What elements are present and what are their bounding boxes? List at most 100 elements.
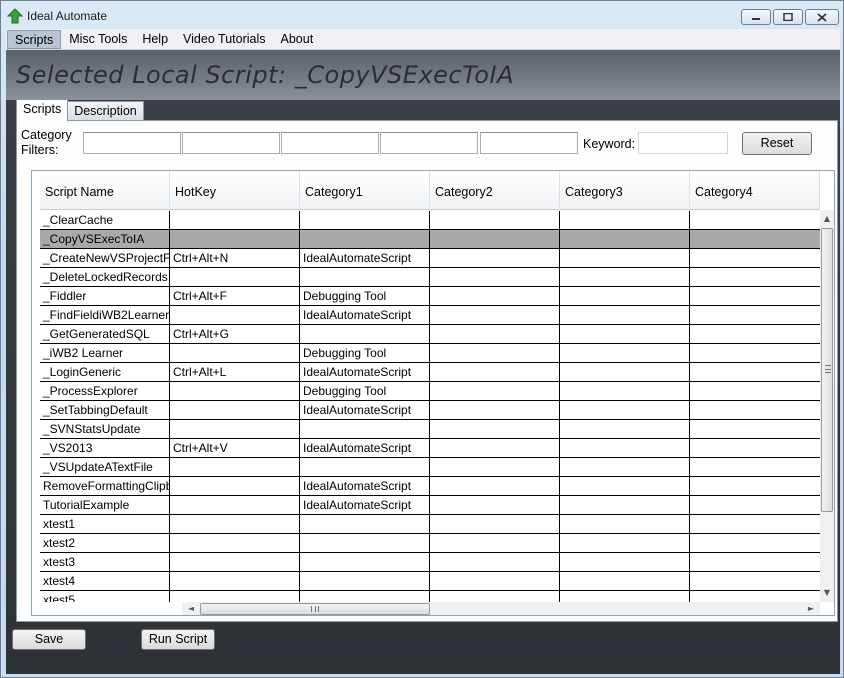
category-filter-2[interactable] (182, 132, 280, 154)
table-row[interactable]: xtest1 (40, 515, 820, 534)
table-cell[interactable] (170, 515, 300, 533)
column-header-hotkey[interactable]: HotKey (170, 171, 300, 210)
table-cell[interactable] (430, 420, 560, 438)
table-cell[interactable] (560, 496, 690, 514)
table-cell[interactable] (170, 591, 300, 602)
table-cell[interactable]: _CreateNewVSProjectFo (40, 249, 170, 267)
table-row[interactable]: xtest2 (40, 534, 820, 553)
table-cell[interactable] (430, 382, 560, 400)
table-cell[interactable] (560, 230, 690, 248)
table-cell[interactable] (690, 287, 820, 305)
table-row[interactable]: _CreateNewVSProjectFo Ctrl+Alt+N IdealAuto… (40, 249, 820, 268)
table-cell[interactable]: xtest4 (40, 572, 170, 590)
table-row[interactable]: TutorialExample IdealAutomateScript (40, 496, 820, 515)
table-cell[interactable] (170, 496, 300, 514)
table-cell[interactable]: xtest1 (40, 515, 170, 533)
table-cell[interactable]: _iWB2 Learner (40, 344, 170, 362)
table-cell[interactable] (170, 230, 300, 248)
table-cell[interactable] (430, 211, 560, 229)
table-cell[interactable]: _CopyVSExecToIA (40, 230, 170, 248)
table-cell[interactable] (170, 477, 300, 495)
table-cell[interactable]: _GetGeneratedSQL (40, 325, 170, 343)
table-cell[interactable] (430, 591, 560, 602)
table-cell[interactable] (430, 572, 560, 590)
table-cell[interactable] (690, 249, 820, 267)
table-cell[interactable] (690, 458, 820, 476)
table-cell[interactable]: _SetTabbingDefault (40, 401, 170, 419)
table-cell[interactable]: Debugging Tool (300, 287, 430, 305)
table-cell[interactable] (560, 553, 690, 571)
table-cell[interactable] (170, 553, 300, 571)
table-cell[interactable] (430, 515, 560, 533)
table-cell[interactable]: _Fiddler (40, 287, 170, 305)
table-cell[interactable] (170, 534, 300, 552)
table-cell[interactable] (170, 458, 300, 476)
table-cell[interactable] (170, 401, 300, 419)
table-cell[interactable] (170, 211, 300, 229)
table-cell[interactable]: IdealAutomateScript (300, 306, 430, 324)
title-bar[interactable]: Ideal Automate (1, 1, 843, 29)
table-cell[interactable] (430, 344, 560, 362)
table-cell[interactable] (430, 268, 560, 286)
category-filter-3[interactable] (281, 132, 379, 154)
table-row[interactable]: _Fiddler Ctrl+Alt+F Debugging Tool (40, 287, 820, 306)
table-cell[interactable] (690, 382, 820, 400)
table-cell[interactable] (430, 401, 560, 419)
table-cell[interactable] (430, 306, 560, 324)
category-filter-5[interactable] (480, 132, 578, 154)
table-cell[interactable]: IdealAutomateScript (300, 401, 430, 419)
table-cell[interactable] (560, 572, 690, 590)
table-cell[interactable] (690, 420, 820, 438)
table-cell[interactable]: xtest3 (40, 553, 170, 571)
table-row[interactable]: _FindFieldiWB2LearnerT IdealAutomateScrip… (40, 306, 820, 325)
table-cell[interactable] (560, 325, 690, 343)
table-cell[interactable] (690, 534, 820, 552)
category-filter-4[interactable] (380, 132, 478, 154)
table-cell[interactable] (300, 591, 430, 602)
horizontal-scrollbar[interactable]: ◄ ► (182, 602, 820, 615)
menu-help[interactable]: Help (135, 30, 175, 49)
table-cell[interactable]: Debugging Tool (300, 344, 430, 362)
table-cell[interactable] (300, 230, 430, 248)
table-row[interactable]: _GetGeneratedSQL Ctrl+Alt+G (40, 325, 820, 344)
horizontal-scroll-thumb[interactable] (200, 603, 430, 615)
table-cell[interactable] (430, 553, 560, 571)
table-cell[interactable] (560, 363, 690, 381)
table-cell[interactable] (170, 268, 300, 286)
table-cell[interactable] (430, 477, 560, 495)
table-cell[interactable] (560, 287, 690, 305)
menu-scripts[interactable]: Scripts (7, 29, 62, 49)
table-cell[interactable] (300, 553, 430, 571)
table-cell[interactable]: _SVNStatsUpdate (40, 420, 170, 438)
keyword-input[interactable] (638, 132, 728, 154)
table-cell[interactable] (690, 344, 820, 362)
table-row[interactable]: _SetTabbingDefault IdealAutomateScript (40, 401, 820, 420)
table-row[interactable]: _VSUpdateATextFile (40, 458, 820, 477)
table-cell[interactable]: _ProcessExplorer (40, 382, 170, 400)
table-cell[interactable] (560, 211, 690, 229)
table-cell[interactable] (560, 477, 690, 495)
table-cell[interactable]: Ctrl+Alt+G (170, 325, 300, 343)
table-row[interactable]: _ProcessExplorer Debugging Tool (40, 382, 820, 401)
table-row[interactable]: _ClearCache (40, 211, 820, 230)
table-cell[interactable] (170, 420, 300, 438)
column-header-category1[interactable]: Category1 (300, 171, 430, 210)
table-cell[interactable]: IdealAutomateScript (300, 439, 430, 457)
table-cell[interactable] (430, 458, 560, 476)
table-cell[interactable]: _DeleteLockedRecords (40, 268, 170, 286)
table-cell[interactable]: Ctrl+Alt+F (170, 287, 300, 305)
column-header-category4[interactable]: Category4 (690, 171, 820, 210)
table-cell[interactable] (430, 287, 560, 305)
table-row[interactable]: _VS2013 Ctrl+Alt+V IdealAutomateScript (40, 439, 820, 458)
table-cell[interactable] (300, 458, 430, 476)
menu-video-tutorials[interactable]: Video Tutorials (176, 30, 272, 49)
menu-about[interactable]: About (274, 30, 321, 49)
table-cell[interactable]: IdealAutomateScript (300, 496, 430, 514)
table-cell[interactable] (690, 477, 820, 495)
reset-button[interactable]: Reset (742, 132, 812, 155)
table-cell[interactable] (300, 211, 430, 229)
table-row[interactable]: _DeleteLockedRecords (40, 268, 820, 287)
table-cell[interactable] (430, 534, 560, 552)
table-cell[interactable]: xtest2 (40, 534, 170, 552)
table-cell[interactable] (430, 496, 560, 514)
